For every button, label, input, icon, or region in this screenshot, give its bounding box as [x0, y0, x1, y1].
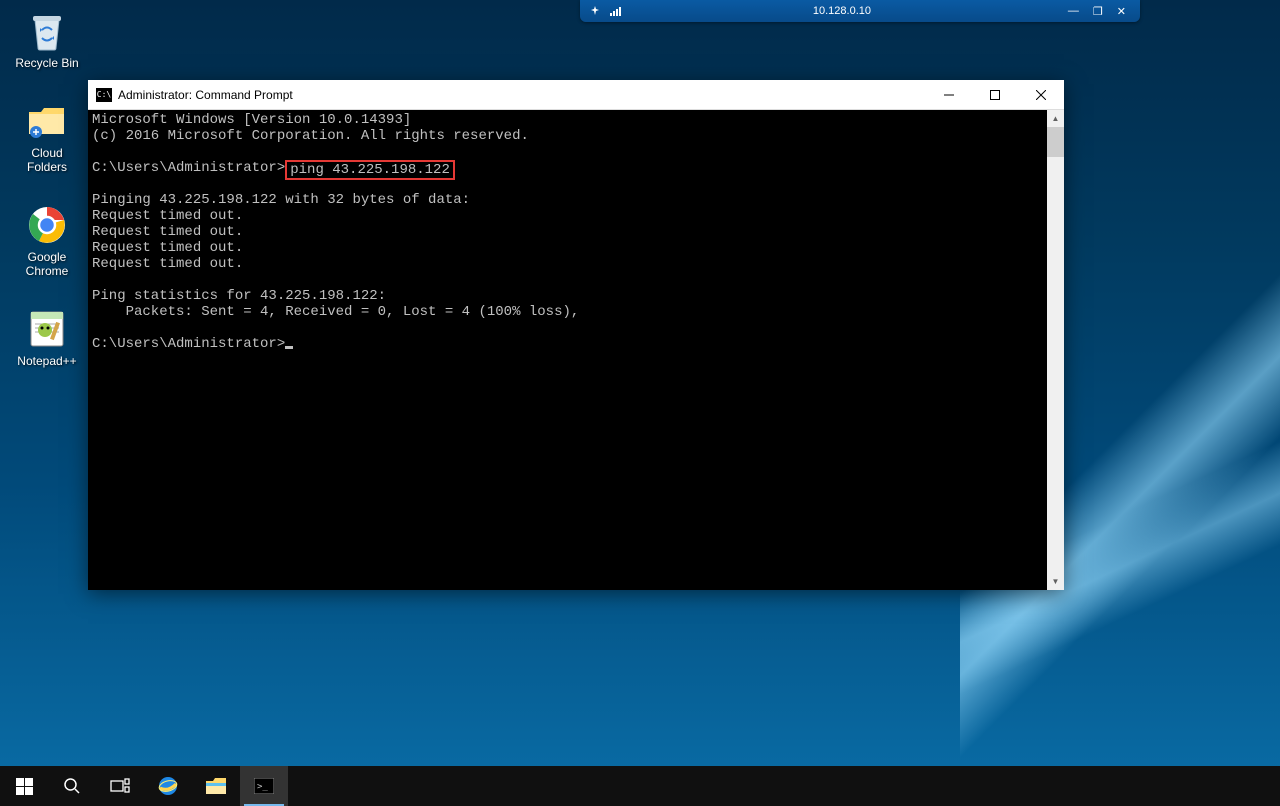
- recycle-bin-icon: [26, 10, 68, 52]
- chrome-icon: [26, 204, 68, 246]
- taskbar: >_: [0, 766, 1280, 806]
- desktop-icon-notepad-plus-plus[interactable]: Notepad++: [10, 308, 84, 368]
- taskbar-ie-button[interactable]: [144, 766, 192, 806]
- taskbar-file-explorer-button[interactable]: [192, 766, 240, 806]
- notepad-icon: [26, 308, 68, 350]
- scroll-down-arrow-icon[interactable]: ▼: [1047, 573, 1064, 590]
- search-button[interactable]: [48, 766, 96, 806]
- remote-minimize-button[interactable]: —: [1062, 5, 1085, 18]
- desktop-icon-label: Notepad++: [17, 354, 76, 368]
- scroll-up-arrow-icon[interactable]: ▲: [1047, 110, 1064, 127]
- terminal-cursor: [285, 346, 293, 349]
- maximize-button[interactable]: [972, 80, 1018, 110]
- highlighted-command: ping 43.225.198.122: [285, 160, 455, 180]
- terminal-scrollbar[interactable]: ▲ ▼: [1047, 110, 1064, 590]
- cmd-icon: C:\: [96, 88, 112, 102]
- close-button[interactable]: [1018, 80, 1064, 110]
- taskbar-cmd-button[interactable]: >_: [240, 766, 288, 806]
- scrollbar-thumb[interactable]: [1047, 127, 1064, 157]
- remote-connection-bar: 10.128.0.10 — ❐ ✕: [580, 0, 1140, 22]
- terminal-body[interactable]: Microsoft Windows [Version 10.0.14393] (…: [88, 110, 1064, 590]
- minimize-button[interactable]: [926, 80, 972, 110]
- desktop-icon-google-chrome[interactable]: Google Chrome: [10, 204, 84, 278]
- desktop-icon-label: Cloud Folders: [10, 146, 84, 174]
- task-view-button[interactable]: [96, 766, 144, 806]
- desktop-icons: Recycle Bin Cloud Folders Google Chrome …: [10, 10, 84, 368]
- pin-icon[interactable]: [590, 6, 600, 16]
- command-prompt-window: C:\ Administrator: Command Prompt Micros…: [88, 80, 1064, 590]
- remote-restore-button[interactable]: ❐: [1087, 5, 1109, 18]
- folder-icon: [26, 100, 68, 142]
- remote-ip-label: 10.128.0.10: [622, 5, 1062, 17]
- remote-close-button[interactable]: ✕: [1111, 5, 1132, 18]
- start-button[interactable]: [0, 766, 48, 806]
- window-title: Administrator: Command Prompt: [118, 88, 926, 102]
- desktop-icon-recycle-bin[interactable]: Recycle Bin: [10, 10, 84, 70]
- svg-text:>_: >_: [257, 782, 268, 792]
- window-titlebar[interactable]: C:\ Administrator: Command Prompt: [88, 80, 1064, 110]
- desktop-icon-label: Google Chrome: [10, 250, 84, 278]
- signal-icon: [610, 6, 622, 16]
- desktop-icon-label: Recycle Bin: [15, 56, 78, 70]
- desktop-icon-cloud-folders[interactable]: Cloud Folders: [10, 100, 84, 174]
- terminal-output: Microsoft Windows [Version 10.0.14393] (…: [88, 110, 1047, 590]
